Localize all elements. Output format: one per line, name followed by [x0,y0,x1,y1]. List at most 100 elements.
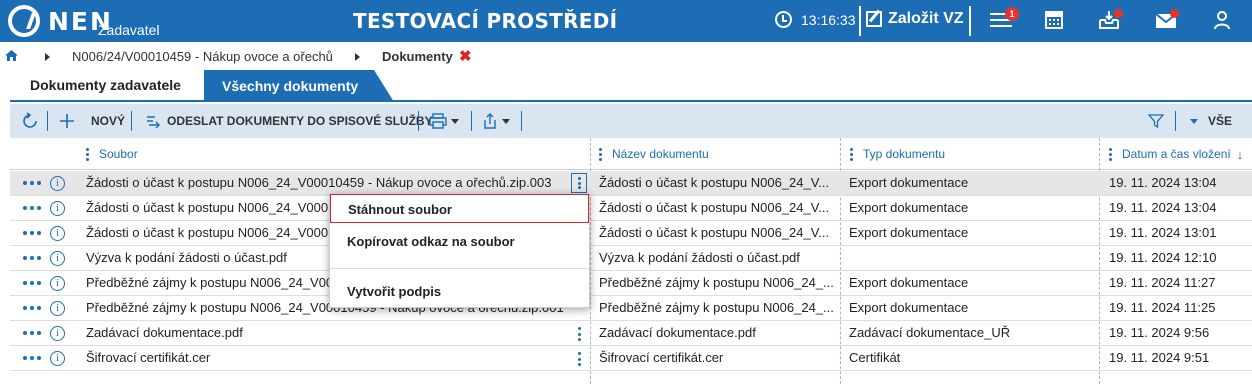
info-icon[interactable]: i [50,226,65,241]
calculator-icon[interactable] [1043,10,1065,30]
file-menu-icon[interactable] [571,326,587,342]
refresh-icon [23,112,37,128]
column-menu-icon[interactable] [86,147,89,161]
row-actions-icon[interactable] [23,306,41,310]
column-file[interactable]: Soubor [86,138,138,170]
notification-badge: 1 [1005,7,1019,21]
cell-file[interactable]: Žádosti o účast k postupu N006_24_V00010… [86,171,571,195]
menu-item-download-file[interactable]: Stáhnout soubor [330,194,589,223]
row-actions-icon[interactable] [23,331,41,335]
cell-document-type: Certifikát [849,350,901,365]
toolbar-separator [418,111,419,131]
new-label: NOVÝ [91,114,126,128]
column-document-name[interactable]: Název dokumentu [599,138,709,170]
send-records-icon [147,116,160,129]
table-row[interactable]: i Žádosti o účast k postupu N006_24_V0001… [10,221,1252,246]
menu-item-copy-link[interactable]: Kopírovat odkaz na soubor [330,228,589,256]
table-row[interactable]: i Zadávací dokumentace.pdf Zadávací dokume… [10,321,1252,346]
filter-scope-label: VŠE [1208,114,1233,128]
export-dropdown[interactable] [482,104,510,138]
info-icon[interactable]: i [50,276,65,291]
menu-item-create-signature[interactable]: Vytvořit podpis [330,278,589,306]
table-row[interactable]: i Předběžné zájmy k postupu N006_24_V0001… [10,271,1252,296]
info-icon[interactable]: i [50,201,65,216]
cell-document-name: Výzva k podání žádosti o účast.pdf [599,250,800,265]
cell-document-type: Zadávací dokumentace_UŘ [849,325,1011,340]
row-actions-icon[interactable] [23,181,41,185]
column-date-label: Datum a čas vložení [1122,147,1231,161]
column-menu-icon[interactable] [599,147,602,161]
table-row[interactable]: i Šifrovací certifikát.cer Šifrovací certi… [10,346,1252,371]
column-document-type[interactable]: Typ dokumentu [850,138,945,170]
filter-button[interactable] [1148,104,1164,138]
row-actions-icon[interactable] [23,281,41,285]
breadcrumb-arrow-icon [45,53,50,61]
row-actions-icon[interactable] [23,356,41,360]
toolbar-separator [1175,111,1176,131]
table-row[interactable]: i Žádosti o účast k postupu N006_24_V0001… [10,171,1252,196]
cell-document-type [849,246,1104,270]
logo-icon [8,5,40,37]
environment-title: TESTOVACÍ PROSTŘEDÍ [353,9,618,33]
sort-arrow-icon[interactable]: ↓ [1237,147,1244,162]
cell-file[interactable]: Zadávací dokumentace.pdf [86,321,571,345]
clock-icon [775,11,792,28]
chevron-down-icon [451,118,459,124]
row-actions-icon[interactable] [23,231,41,235]
cell-file[interactable]: Šifrovací certifikát.cer [86,346,571,370]
column-name-label: Název dokumentu [612,147,709,161]
home-icon[interactable] [5,50,18,61]
send-to-records-label: ODESLAT DOKUMENTY DO SPISOVÉ SLUŽBY [167,114,433,128]
cell-date: 19. 11. 2024 13:04 [1109,175,1217,190]
logo-subtitle: Zadavatel [98,22,160,38]
info-icon[interactable]: i [50,326,65,341]
cell-document-name: Předběžné zájmy k postupu N006_24_... [599,300,834,315]
create-vz-label: Založit VZ [888,10,964,27]
column-menu-icon[interactable] [1109,147,1112,161]
plus-icon [60,114,74,128]
file-menu-icon[interactable] [571,351,587,367]
table-row[interactable]: i Výzva k podání žádosti o účast.pdf Výzva… [10,246,1252,271]
tab-all-documents[interactable]: Všechny dokumenty [204,70,394,102]
mail-alert-dot [1170,9,1179,18]
row-actions-icon[interactable] [23,256,41,260]
edit-icon [866,11,882,27]
header-divider [969,6,971,36]
cell-document-name: Předběžné zájmy k postupu N006_24_... [599,275,834,290]
row-actions-icon[interactable] [23,206,41,210]
print-dropdown[interactable] [429,104,459,138]
file-menu-icon[interactable] [571,173,587,193]
column-type-label: Typ dokumentu [863,147,946,161]
breadcrumb-tender[interactable]: N006/24/V00010459 - Nákup ovoce a ořechů [72,49,333,64]
info-icon[interactable]: i [50,251,65,266]
clock-time: 13:16:33 [801,11,856,28]
new-button[interactable]: NOVÝ [58,104,125,138]
breadcrumb-current: Dokumenty [382,49,453,64]
toolbar-separator [47,111,48,131]
info-icon[interactable]: i [50,176,65,191]
toolbar-separator [521,111,522,131]
breadcrumb: N006/24/V00010459 - Nákup ovoce a ořechů… [0,42,1252,70]
top-bar: NEN Zadavatel TESTOVACÍ PROSTŘEDÍ 13:16:… [0,0,1252,42]
create-vz-button[interactable]: Založit VZ [866,10,964,28]
export-icon [484,113,496,129]
table-row[interactable]: i Předběžné zájmy k postupu N006_24_V0001… [10,296,1252,321]
cell-date: 19. 11. 2024 9:51 [1109,350,1210,365]
info-icon[interactable]: i [50,351,65,366]
close-icon[interactable]: ✖ [459,47,472,65]
filter-icon [1148,114,1164,129]
send-to-records-button[interactable]: ODESLAT DOKUMENTY DO SPISOVÉ SLUŽBY [145,104,433,138]
column-file-label: Soubor [99,147,138,161]
cell-document-name: Šifrovací certifikát.cer [599,350,724,365]
cell-document-type: Export dokumentace [849,300,969,315]
user-icon[interactable] [1211,10,1233,30]
tab-contracting-documents[interactable]: Dokumenty zadavatele [10,70,204,102]
refresh-button[interactable] [21,104,39,138]
filter-scope-dropdown[interactable]: VŠE [1190,104,1232,138]
table-header: Soubor Název dokumentu Typ dokumentu Dat… [10,138,1252,170]
column-menu-icon[interactable] [850,147,853,161]
column-date-inserted[interactable]: Datum a čas vložení ↓ [1109,138,1243,170]
header-divider [859,6,861,36]
table-row[interactable]: i Žádosti o účast k postupu N006_24_V0001… [10,196,1252,221]
info-icon[interactable]: i [50,301,65,316]
